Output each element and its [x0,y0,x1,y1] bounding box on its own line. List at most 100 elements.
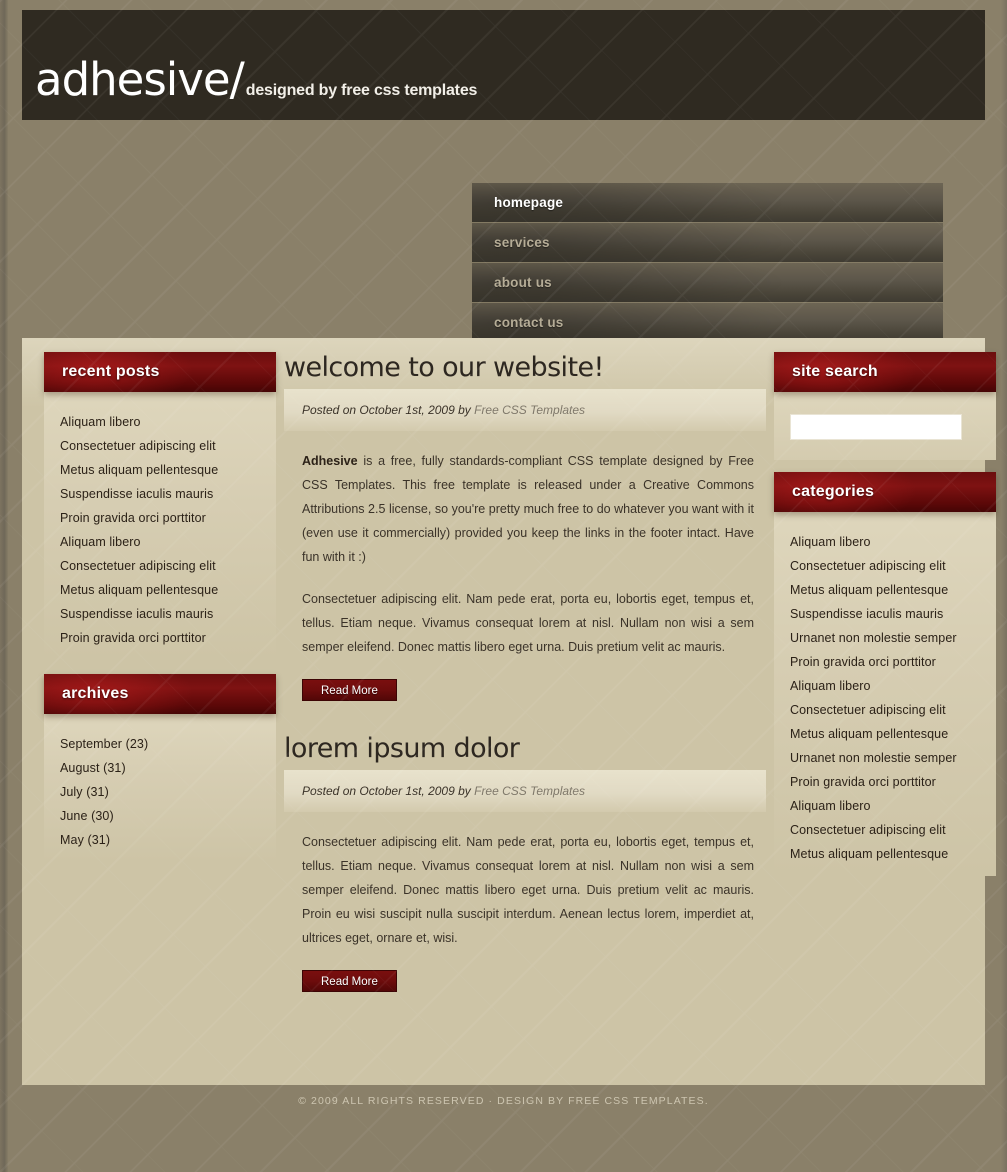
category-link[interactable]: Consectetuer adipiscing elit [790,698,992,722]
category-link[interactable]: Metus aliquam pellentesque [790,722,992,746]
nav-item-services[interactable]: services [472,223,943,263]
recent-posts-body: Aliquam libero Consectetuer adipiscing e… [44,392,276,660]
nav-item-homepage[interactable]: homepage [472,183,943,223]
category-link[interactable]: Aliquam libero [790,794,992,818]
page-right-edge [1001,0,1007,1172]
list-item[interactable]: Aliquam libero [790,530,992,554]
list-item[interactable]: Aliquam libero [790,794,992,818]
category-link[interactable]: Proin gravida orci porttitor [790,770,992,794]
list-item[interactable]: Metus aliquam pellentesque [790,842,992,866]
recent-posts-list: Aliquam libero Consectetuer adipiscing e… [60,410,272,650]
archive-link[interactable]: July (31) [60,780,272,804]
post-lead-rest: is a free, fully standards-compliant CSS… [302,454,754,564]
recent-post-link[interactable]: Proin gravida orci porttitor [60,626,272,650]
list-item[interactable]: July (31) [60,780,272,804]
list-item[interactable]: Suspendisse iaculis mauris [60,602,272,626]
post-lead-strong: Adhesive [302,454,358,468]
archive-link[interactable]: August (31) [60,756,272,780]
list-item[interactable]: Urnanet non molestie semper [790,746,992,770]
page-left-edge [0,0,8,1172]
list-item[interactable]: Metus aliquam pellentesque [60,578,272,602]
post-meta-date: Posted on October 1st, 2009 by [302,784,475,798]
categories-box: categories Aliquam libero Consectetuer a… [774,472,996,876]
site-search-body [774,392,996,460]
main-navigation[interactable]: homepage services about us contact us [472,183,943,343]
recent-post-link[interactable]: Metus aliquam pellentesque [60,458,272,482]
list-item[interactable]: Consectetuer adipiscing elit [60,554,272,578]
content-panel: recent posts Aliquam libero Consectetuer… [22,338,996,1085]
archive-link[interactable]: May (31) [60,828,272,852]
read-more-button[interactable]: Read More [302,970,397,992]
recent-post-link[interactable]: Metus aliquam pellentesque [60,578,272,602]
site-search-box: site search [774,352,996,460]
recent-post-link[interactable]: Suspendisse iaculis mauris [60,482,272,506]
post-lorem-ipsum: lorem ipsum dolor Posted on October 1st,… [284,733,766,1018]
main-content: welcome to our website! Posted on Octobe… [284,352,766,1018]
footer-copyright: © 2009 ALL RIGHTS RESERVED · DESIGN BY F… [298,1095,709,1107]
recent-posts-title: recent posts [44,352,276,392]
recent-post-link[interactable]: Aliquam libero [60,410,272,434]
recent-post-link[interactable]: Consectetuer adipiscing elit [60,434,272,458]
archive-link[interactable]: June (30) [60,804,272,828]
post-meta-date: Posted on October 1st, 2009 by [302,403,475,417]
list-item[interactable]: Proin gravida orci porttitor [790,770,992,794]
list-item[interactable]: Urnanet non molestie semper [790,626,992,650]
list-item[interactable]: June (30) [60,804,272,828]
category-link[interactable]: Consectetuer adipiscing elit [790,554,992,578]
post-welcome: welcome to our website! Posted on Octobe… [284,352,766,727]
nav-item-contact-us[interactable]: contact us [472,303,943,343]
site-header: adhesive/designed by free css templates [22,10,985,120]
list-item[interactable]: Aliquam libero [60,410,272,434]
category-link[interactable]: Aliquam libero [790,674,992,698]
category-link[interactable]: Consectetuer adipiscing elit [790,818,992,842]
list-item[interactable]: Aliquam libero [790,674,992,698]
list-item[interactable]: Consectetuer adipiscing elit [790,698,992,722]
post-body: Adhesive is a free, fully standards-comp… [284,431,766,659]
list-item[interactable]: Proin gravida orci porttitor [790,650,992,674]
recent-post-link[interactable]: Proin gravida orci porttitor [60,506,272,530]
post-meta-author[interactable]: Free CSS Templates [474,403,585,417]
recent-posts-box: recent posts Aliquam libero Consectetuer… [44,352,276,660]
category-link[interactable]: Aliquam libero [790,530,992,554]
list-item[interactable]: Consectetuer adipiscing elit [60,434,272,458]
list-item[interactable]: Consectetuer adipiscing elit [790,818,992,842]
category-link[interactable]: Urnanet non molestie semper [790,746,992,770]
list-item[interactable]: Proin gravida orci porttitor [60,626,272,650]
recent-post-link[interactable]: Suspendisse iaculis mauris [60,602,272,626]
categories-title: categories [774,472,996,512]
search-input[interactable] [790,414,962,440]
nav-item-about-us[interactable]: about us [472,263,943,303]
archives-title: archives [44,674,276,714]
post-title: lorem ipsum dolor [284,733,520,764]
category-link[interactable]: Proin gravida orci porttitor [790,650,992,674]
categories-list: Aliquam libero Consectetuer adipiscing e… [790,530,992,866]
list-item[interactable]: Consectetuer adipiscing elit [790,554,992,578]
list-item[interactable]: Suspendisse iaculis mauris [60,482,272,506]
post-meta-author[interactable]: Free CSS Templates [474,784,585,798]
archives-body: September (23) August (31) July (31) Jun… [44,714,276,862]
recent-post-link[interactable]: Aliquam libero [60,530,272,554]
site-search-title: site search [774,352,996,392]
list-item[interactable]: Aliquam libero [60,530,272,554]
list-item[interactable]: August (31) [60,756,272,780]
category-link[interactable]: Urnanet non molestie semper [790,626,992,650]
list-item[interactable]: Metus aliquam pellentesque [790,722,992,746]
recent-post-link[interactable]: Consectetuer adipiscing elit [60,554,272,578]
list-item[interactable]: September (23) [60,732,272,756]
archive-link[interactable]: September (23) [60,732,272,756]
post-lead-paragraph: Adhesive is a free, fully standards-comp… [302,449,754,569]
category-link[interactable]: Metus aliquam pellentesque [790,842,992,866]
post-meta: Posted on October 1st, 2009 by Free CSS … [284,770,766,812]
list-item[interactable]: Metus aliquam pellentesque [790,578,992,602]
post-body: Consectetuer adipiscing elit. Nam pede e… [284,812,766,950]
list-item[interactable]: Proin gravida orci porttitor [60,506,272,530]
list-item[interactable]: Suspendisse iaculis mauris [790,602,992,626]
categories-body: Aliquam libero Consectetuer adipiscing e… [774,512,996,876]
site-logo[interactable]: adhesive/designed by free css templates [35,53,477,106]
category-link[interactable]: Suspendisse iaculis mauris [790,602,992,626]
read-more-button[interactable]: Read More [302,679,397,701]
list-item[interactable]: Metus aliquam pellentesque [60,458,272,482]
category-link[interactable]: Metus aliquam pellentesque [790,578,992,602]
brand-tagline: designed by free css templates [245,82,478,99]
list-item[interactable]: May (31) [60,828,272,852]
